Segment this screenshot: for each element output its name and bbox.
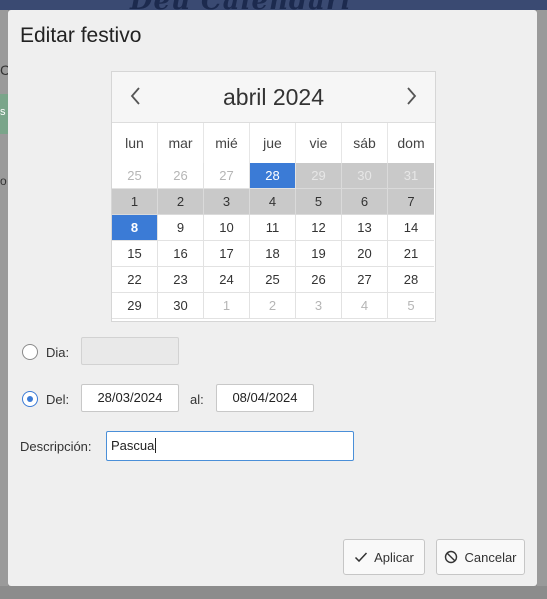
calendar-week-row: 8 9 10 11 12 13 14 — [112, 215, 435, 241]
calendar-day[interactable]: 27 — [204, 163, 250, 189]
check-icon — [355, 552, 368, 563]
range-from-input[interactable]: 28/03/2024 — [81, 384, 179, 412]
background-right-edge — [537, 10, 547, 586]
cancel-button-label: Cancelar — [464, 549, 517, 565]
next-month-button[interactable] — [399, 84, 423, 108]
background-banner: Deu Calendari — [130, 0, 352, 10]
calendar-week-row: 25 26 27 28 29 30 31 — [112, 163, 435, 189]
description-value: Pascua — [111, 438, 155, 453]
calendar-day[interactable]: 10 — [204, 215, 250, 241]
background-bottom-edge — [0, 586, 547, 599]
calendar-day[interactable]: 4 — [342, 293, 388, 319]
range-to-input[interactable]: 08/04/2024 — [216, 384, 314, 412]
calendar-grid: lun mar mié jue vie sáb dom 25 26 27 28 29 30 31 1 2 3 4 5… — [112, 123, 435, 319]
calendar-day[interactable]: 30 — [342, 163, 388, 189]
calendar-day[interactable]: 26 — [296, 267, 342, 293]
calendar-day[interactable]: 12 — [296, 215, 342, 241]
calendar-day[interactable]: 29 — [112, 293, 158, 319]
calendar-day[interactable]: 15 — [112, 241, 158, 267]
calendar-day[interactable]: 25 — [112, 163, 158, 189]
calendar-day[interactable]: 29 — [296, 163, 342, 189]
calendar-day[interactable]: 21 — [388, 241, 434, 267]
apply-button-label: Aplicar — [374, 549, 414, 565]
weekday-label: lun — [112, 123, 158, 163]
calendar-day[interactable]: 11 — [250, 215, 296, 241]
edit-holiday-dialog: Editar festivo abril 2024 lun mar mié jue vi… — [8, 10, 537, 586]
weekday-label: vie — [296, 123, 342, 163]
calendar-day[interactable]: 5 — [296, 189, 342, 215]
calendar-day[interactable]: 27 — [342, 267, 388, 293]
calendar-day[interactable]: 14 — [388, 215, 434, 241]
calendar-day[interactable]: 16 — [158, 241, 204, 267]
calendar-day[interactable]: 9 — [158, 215, 204, 241]
calendar-day[interactable]: 30 — [158, 293, 204, 319]
calendar-day[interactable]: 2 — [250, 293, 296, 319]
calendar-day[interactable]: 26 — [158, 163, 204, 189]
calendar-week-row: 29 30 1 2 3 4 5 — [112, 293, 435, 319]
calendar-day[interactable]: 1 — [112, 189, 158, 215]
calendar-day[interactable]: 20 — [342, 241, 388, 267]
dialog-title: Editar festivo — [20, 24, 142, 47]
background-header: Deu Calendari — [0, 0, 547, 10]
calendar-day[interactable]: 24 — [204, 267, 250, 293]
day-input[interactable] — [81, 337, 179, 365]
calendar-day[interactable]: 7 — [388, 189, 434, 215]
calendar-day[interactable]: 31 — [388, 163, 434, 189]
weekday-label: mar — [158, 123, 204, 163]
weekday-label: dom — [397, 135, 425, 151]
day-option-radio[interactable] — [22, 344, 38, 360]
calendar-week-row: 22 23 24 25 26 27 28 — [112, 267, 435, 293]
calendar-week-row: 15 16 17 18 19 20 21 — [112, 241, 435, 267]
calendar-header: abril 2024 — [112, 72, 435, 123]
day-option-label: Dia: — [46, 345, 70, 360]
range-from-label: Del: — [46, 392, 70, 407]
description-label: Descripción: — [20, 439, 92, 454]
range-option-radio[interactable] — [22, 391, 38, 407]
background-glyph: s — [0, 106, 6, 118]
calendar-day[interactable]: 22 — [112, 267, 158, 293]
apply-button[interactable]: Aplicar — [343, 539, 425, 575]
text-caret — [155, 438, 157, 453]
date-picker-calendar: abril 2024 lun mar mié jue vie sáb dom 25 26 27 28… — [111, 71, 436, 322]
weekday-label: mié — [204, 123, 250, 163]
calendar-month-label: abril 2024 — [222, 84, 325, 110]
range-to-label: al: — [190, 392, 204, 407]
calendar-day[interactable]: 1 — [204, 293, 250, 319]
calendar-week-row: 1234567 — [112, 189, 435, 215]
cancel-circle-icon — [445, 550, 458, 564]
calendar-day-selected[interactable]: 8 — [112, 215, 158, 241]
calendar-day[interactable]: 23 — [158, 267, 204, 293]
weekday-header-row: lun mar mié jue vie sáb dom — [112, 123, 435, 163]
weekday-label: sáb — [342, 123, 388, 163]
chevron-right-icon — [407, 87, 417, 105]
background-glyph: o — [0, 174, 7, 188]
description-input[interactable]: Pascua — [106, 431, 354, 461]
calendar-day[interactable]: 19 — [296, 241, 342, 267]
calendar-day[interactable]: 3 — [296, 293, 342, 319]
weekday-label: jue — [250, 123, 296, 163]
cancel-button[interactable]: Cancelar — [436, 539, 525, 575]
calendar-day[interactable]: 28 — [388, 267, 434, 293]
calendar-day[interactable]: 5 — [388, 293, 434, 319]
calendar-day[interactable]: 6 — [342, 189, 388, 215]
background-left-edge: C s o — [0, 10, 10, 586]
calendar-day[interactable]: 18 — [250, 241, 296, 267]
calendar-day[interactable]: 13 — [342, 215, 388, 241]
calendar-day[interactable]: 17 — [204, 241, 250, 267]
calendar-day[interactable]: 4 — [250, 189, 296, 215]
calendar-day[interactable]: 3 — [204, 189, 250, 215]
calendar-day[interactable]: 2 — [158, 189, 204, 215]
calendar-day-selected[interactable]: 28 — [250, 163, 296, 189]
calendar-day[interactable]: 25 — [250, 267, 296, 293]
